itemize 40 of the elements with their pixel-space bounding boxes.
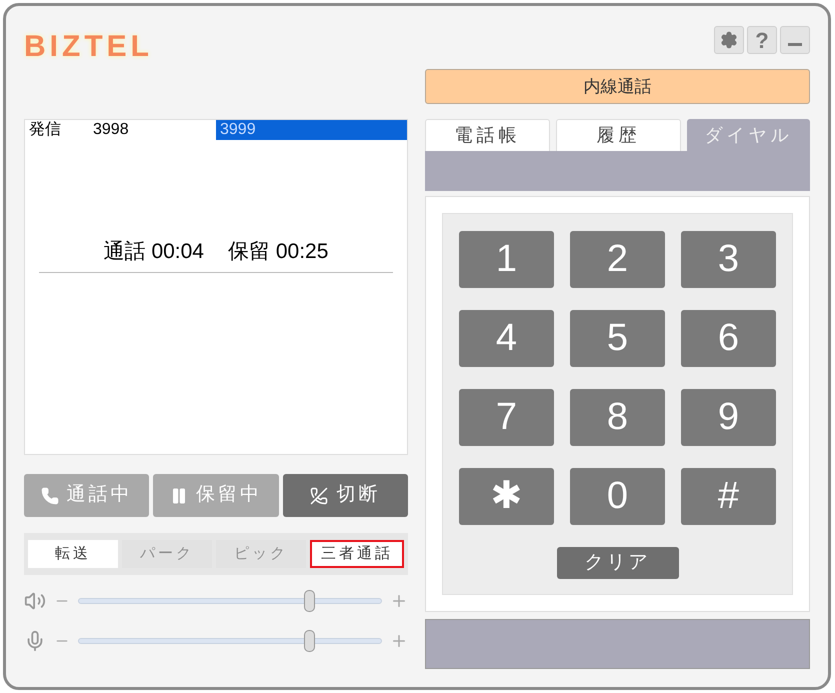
increase-icon[interactable] xyxy=(390,592,408,610)
slider-thumb[interactable] xyxy=(304,630,316,652)
speaker-icon xyxy=(24,590,46,612)
volume-slider[interactable] xyxy=(78,629,382,653)
call-direction: 発信 xyxy=(29,120,61,140)
slider-thumb[interactable] xyxy=(304,590,316,612)
minimize-button[interactable] xyxy=(780,26,810,54)
talk-timer: 通話 00:04 xyxy=(104,239,204,265)
settings-button[interactable] xyxy=(714,26,744,54)
phone-number: 3998 xyxy=(93,120,129,140)
keypad-key[interactable]: 0 xyxy=(570,468,665,525)
call-list-row[interactable]: 3999 xyxy=(216,120,407,140)
keypad-key[interactable]: 8 xyxy=(570,389,665,446)
function-tab[interactable]: 三者通話 xyxy=(310,540,404,568)
phone-number: 3999 xyxy=(220,120,256,140)
clear-button[interactable]: クリア xyxy=(556,547,678,579)
hold-timer: 保留 00:25 xyxy=(228,239,328,265)
call-control-button[interactable]: 切断 xyxy=(282,474,408,517)
keypad-key[interactable]: 3 xyxy=(681,231,776,288)
keypad-key[interactable]: 7 xyxy=(459,389,554,446)
keypad-key[interactable]: 2 xyxy=(570,231,665,288)
tab[interactable]: 履歴 xyxy=(556,119,681,151)
keypad-key[interactable]: 4 xyxy=(459,310,554,367)
keypad-key[interactable]: 6 xyxy=(681,310,776,367)
phone-icon xyxy=(40,486,59,504)
gear-icon xyxy=(720,31,738,49)
keypad-key[interactable]: ✱ xyxy=(459,468,554,525)
biztel-logo: BIZTEL xyxy=(24,29,154,65)
volume-slider[interactable] xyxy=(78,589,382,613)
minimize-icon xyxy=(788,42,802,46)
call-list-row[interactable]: 発信 3998 xyxy=(25,120,216,140)
keypad-key[interactable]: 5 xyxy=(570,310,665,367)
keypad-key[interactable]: 9 xyxy=(681,389,776,446)
keypad-key[interactable]: 1 xyxy=(459,231,554,288)
keypad-key[interactable]: # xyxy=(681,468,776,525)
status-bar: 内線通話 xyxy=(425,69,810,104)
function-tab[interactable]: 転送 xyxy=(28,540,118,568)
help-button[interactable]: ? xyxy=(747,26,777,54)
increase-icon[interactable] xyxy=(390,632,408,650)
tab[interactable]: 電話帳 xyxy=(425,119,550,151)
